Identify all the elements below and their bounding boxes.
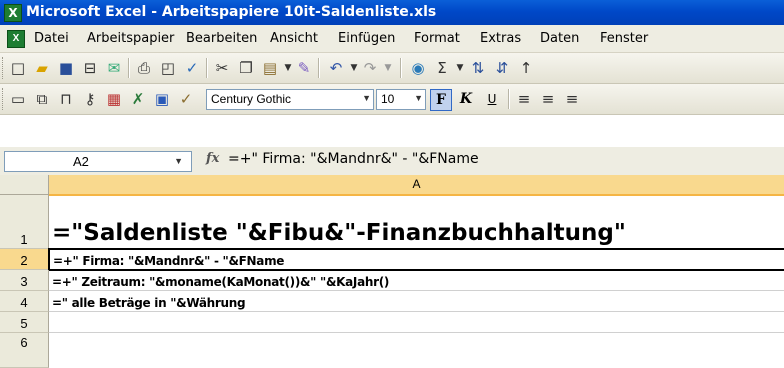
calendar-icon[interactable]: ▦ <box>104 89 124 109</box>
menu-extras[interactable]: Extras <box>480 30 521 47</box>
select-all-corner[interactable] <box>0 175 49 195</box>
cell-a2[interactable]: =+" Firma: "&Mandnr&" - "&FName <box>48 248 784 271</box>
cut-icon[interactable]: ✂ <box>212 58 232 78</box>
row-header-4[interactable]: 4 <box>0 291 49 312</box>
menu-ansicht[interactable]: Ansicht <box>270 30 318 47</box>
chevron-down-icon[interactable]: ▼ <box>362 93 371 103</box>
window-title: Microsoft Excel - Arbeitspapiere 10it-Sa… <box>26 4 437 20</box>
chevron-down-icon[interactable]: ▼ <box>174 156 183 166</box>
row-header-2[interactable]: 2 <box>0 249 49 270</box>
menu-bearbeiten[interactable]: Bearbeiten <box>186 30 257 47</box>
workbook-icon[interactable]: X <box>7 30 25 48</box>
underline-button[interactable]: U <box>482 89 502 109</box>
sort-asc-icon[interactable]: ⇅ <box>468 58 488 78</box>
formula-bar: A2 ▼ fx =+" Firma: "&Mandnr&" - "&FName <box>0 147 784 176</box>
cell-a4-value: =" alle Beträge in "&Währung <box>52 296 246 310</box>
menu-bar: X Datei Arbeitspapier Bearbeiten Ansicht… <box>0 25 784 53</box>
cell-a1[interactable]: ="Saldenliste "&Fibu&"-Finanzbuchhaltung… <box>49 195 784 249</box>
excel-logo-icon: X <box>4 4 22 22</box>
permission-icon[interactable]: ⊟ <box>80 58 100 78</box>
font-size-value: 10 <box>381 92 395 106</box>
monitor-icon[interactable]: ▣ <box>152 89 172 109</box>
toolbar-grip[interactable] <box>2 57 6 79</box>
format-painter-icon[interactable]: ✎ <box>294 58 314 78</box>
redo-dropdown-icon[interactable]: ▼ <box>378 58 398 78</box>
formula-input[interactable]: =+" Firma: "&Mandnr&" - "&FName <box>228 151 479 167</box>
cell-a4[interactable]: =" alle Beträge in "&Währung <box>49 291 784 312</box>
print-preview-icon[interactable]: ◰ <box>158 58 178 78</box>
font-name-select[interactable]: Century Gothic ▼ <box>206 89 374 110</box>
lock-icon[interactable]: ⊓ <box>56 89 76 109</box>
formatting-toolbar: ▭ ⧉ ⊓ ⚷ ▦ ✗ ▣ ✓ Century Gothic ▼ 10 ▼ F … <box>0 84 784 115</box>
row-header-5[interactable]: 5 <box>0 312 49 333</box>
menu-arbeitspapier[interactable]: Arbeitspapier <box>87 30 174 47</box>
hyperlink-icon[interactable]: ◉ <box>408 58 428 78</box>
toolbar-separator <box>400 58 402 78</box>
column-header-a[interactable]: A <box>49 175 784 196</box>
toolbar-separator <box>508 89 510 109</box>
name-box[interactable]: A2 ▼ <box>4 151 192 172</box>
autosum-dropdown-icon[interactable]: ▼ <box>450 58 470 78</box>
name-box-value: A2 <box>73 154 89 169</box>
title-bar: X Microsoft Excel - Arbeitspapiere 10it-… <box>0 0 784 25</box>
save-icon[interactable]: ■ <box>56 58 76 78</box>
copy-sheet-icon[interactable]: ⧉ <box>32 89 52 109</box>
copy-icon[interactable]: ❐ <box>236 58 256 78</box>
row-header-3[interactable]: 3 <box>0 270 49 291</box>
cell-a5[interactable] <box>49 312 784 333</box>
menu-einfuegen[interactable]: Einfügen <box>338 30 395 47</box>
undo-icon[interactable]: ↶ <box>326 58 346 78</box>
sort-desc-icon[interactable]: ⇵ <box>492 58 512 78</box>
worksheet-grid: A 1 ="Saldenliste "&Fibu&"-Finanzbuchhal… <box>0 175 784 368</box>
row-header-6[interactable]: 6 <box>0 333 49 368</box>
paste-icon[interactable]: ▤ <box>260 58 280 78</box>
bold-button[interactable]: F <box>430 89 452 111</box>
toolbar-separator <box>128 58 130 78</box>
open-icon[interactable]: ▰ <box>32 58 52 78</box>
spelling-icon[interactable]: ✓ <box>182 58 202 78</box>
cell-a3[interactable]: =+" Zeitraum: "&moname(KaMonat())&" "&Ka… <box>49 270 784 291</box>
tools-icon[interactable]: ✗ <box>128 89 148 109</box>
key-icon[interactable]: ⚷ <box>80 89 100 109</box>
toolbar-separator <box>318 58 320 78</box>
font-name-value: Century Gothic <box>211 92 292 106</box>
form-icon[interactable]: ▭ <box>8 89 28 109</box>
italic-button[interactable]: K <box>456 89 476 109</box>
cell-a1-value: ="Saldenliste "&Fibu&"-Finanzbuchhaltung… <box>52 220 626 246</box>
autosum-icon[interactable]: Σ <box>432 58 452 78</box>
font-size-select[interactable]: 10 ▼ <box>376 89 426 110</box>
menu-fenster[interactable]: Fenster <box>600 30 648 47</box>
email-icon[interactable]: ✉ <box>104 58 124 78</box>
standard-toolbar: □ ▰ ■ ⊟ ✉ ⎙ ◰ ✓ ✂ ❐ ▤ ▼ ✎ ↶ ▼ ↷ ▼ ◉ Σ ▼ … <box>0 53 784 84</box>
cell-a2-value: =+" Firma: "&Mandnr&" - "&FName <box>53 254 285 268</box>
toolbar-grip[interactable] <box>2 88 6 110</box>
cell-a3-value: =+" Zeitraum: "&moname(KaMonat())&" "&Ka… <box>52 275 390 289</box>
chevron-down-icon[interactable]: ▼ <box>414 93 423 103</box>
redo-icon[interactable]: ↷ <box>360 58 380 78</box>
menu-format[interactable]: Format <box>414 30 460 47</box>
align-left-icon[interactable]: ≡ <box>514 89 534 109</box>
menu-daten[interactable]: Daten <box>540 30 579 47</box>
insert-function-icon[interactable]: fx <box>206 151 219 166</box>
chart-wizard-icon[interactable]: ↑ <box>516 58 536 78</box>
menu-datei[interactable]: Datei <box>34 30 69 47</box>
align-right-icon[interactable]: ≡ <box>562 89 582 109</box>
print-icon[interactable]: ⎙ <box>134 58 154 78</box>
user-check-icon[interactable]: ✓ <box>176 89 196 109</box>
align-center-icon[interactable]: ≡ <box>538 89 558 109</box>
toolbar-separator <box>206 58 208 78</box>
new-icon[interactable]: □ <box>8 58 28 78</box>
cell-a6[interactable] <box>49 333 784 367</box>
row-header-1[interactable]: 1 <box>0 195 49 249</box>
